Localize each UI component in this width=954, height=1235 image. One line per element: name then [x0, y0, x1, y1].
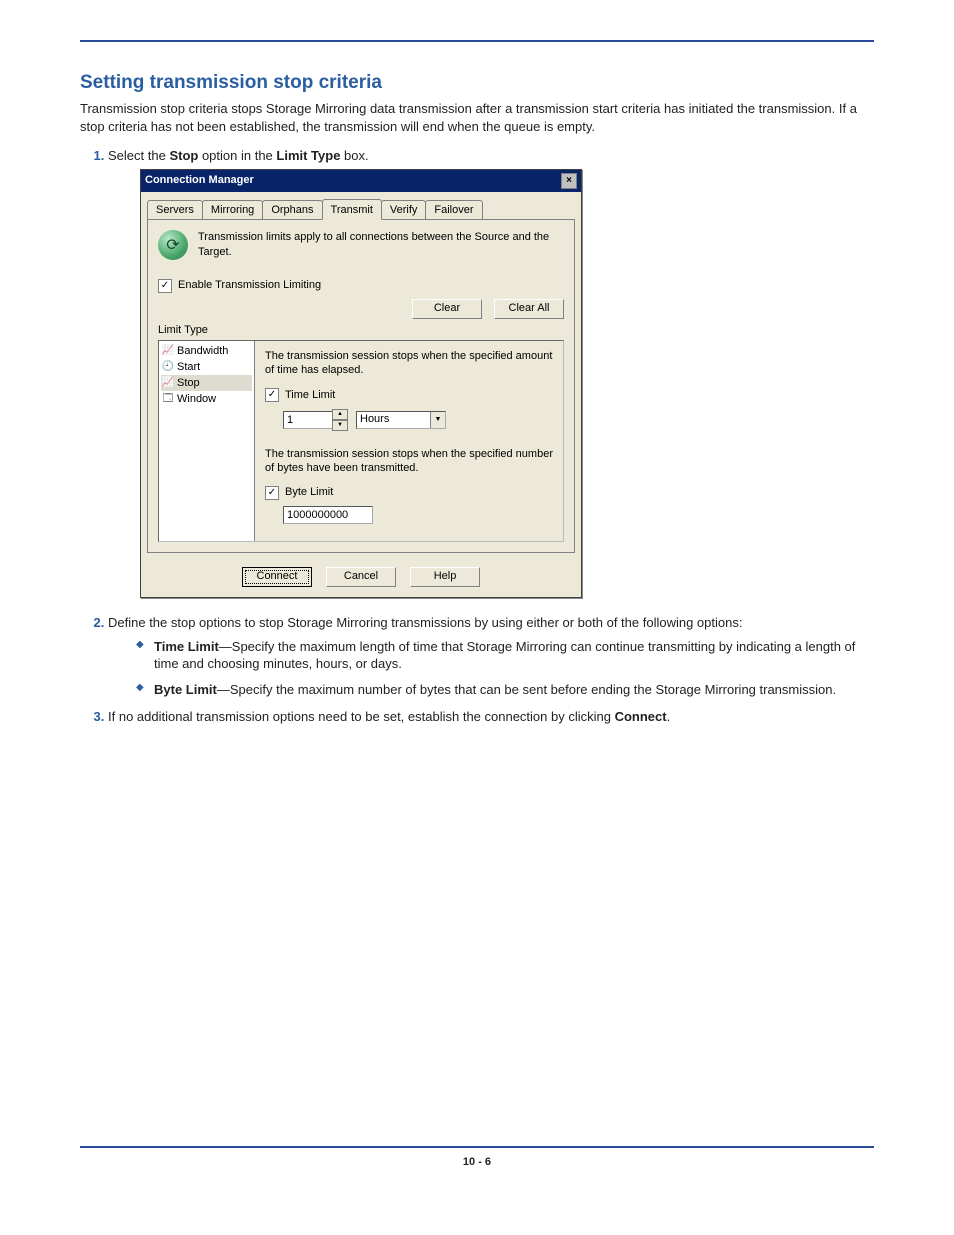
cancel-button[interactable]: Cancel — [326, 567, 396, 587]
connection-manager-dialog: Connection Manager × Servers Mirroring O… — [140, 169, 582, 599]
byte-limit-label: Byte Limit — [285, 485, 333, 500]
byte-limit-checkbox[interactable]: ✓ — [265, 486, 279, 500]
connect-button[interactable]: Connect — [242, 567, 312, 587]
list-item-start[interactable]: 🕘 Start — [161, 359, 252, 375]
limit-type-listbox[interactable]: 📈 Bandwidth 🕘 Start 📈 Stop — [159, 341, 255, 541]
spinner-down-icon[interactable]: ▼ — [332, 420, 348, 431]
step-1: Select the Stop option in the Limit Type… — [108, 147, 874, 598]
dialog-screenshot: Connection Manager × Servers Mirroring O… — [140, 169, 874, 599]
limit-type-label: Limit Type — [158, 323, 564, 338]
clock-icon: 🕘 — [162, 361, 174, 373]
step-3: If no additional transmission options ne… — [108, 708, 874, 726]
tab-panel: ⟳ Transmission limits apply to all conne… — [147, 219, 575, 553]
limit-type-split: 📈 Bandwidth 🕘 Start 📈 Stop — [158, 340, 564, 542]
time-unit-select[interactable]: Hours ▼ — [356, 411, 446, 429]
clear-all-button[interactable]: Clear All — [494, 299, 564, 319]
step-2b: Byte Limit—Specify the maximum number of… — [136, 681, 874, 699]
tab-orphans[interactable]: Orphans — [262, 200, 322, 220]
list-item-bandwidth[interactable]: 📈 Bandwidth — [161, 343, 252, 359]
chart-icon: 📈 — [162, 377, 174, 389]
section-title: Setting transmission stop criteria — [80, 72, 874, 94]
window-icon: 🗔 — [162, 393, 174, 405]
dialog-title: Connection Manager — [145, 173, 561, 188]
enable-limiting-label: Enable Transmission Limiting — [178, 278, 321, 293]
intro-paragraph: Transmission stop criteria stops Storage… — [80, 100, 874, 135]
chart-icon: 📈 — [162, 345, 174, 357]
info-icon: ⟳ — [158, 230, 188, 260]
tab-transmit[interactable]: Transmit — [322, 199, 382, 221]
close-icon[interactable]: × — [561, 173, 577, 189]
page-footer: 10 - 6 — [80, 1146, 874, 1168]
tab-strip: Servers Mirroring Orphans Transmit Verif… — [141, 192, 581, 220]
help-button[interactable]: Help — [410, 567, 480, 587]
byte-desc: The transmission session stops when the … — [265, 447, 553, 476]
spinner-up-icon[interactable]: ▲ — [332, 409, 348, 420]
tab-mirroring[interactable]: Mirroring — [202, 200, 263, 220]
clear-button[interactable]: Clear — [412, 299, 482, 319]
info-text: Transmission limits apply to all connect… — [198, 230, 564, 260]
steps-list: Select the Stop option in the Limit Type… — [80, 147, 874, 726]
titlebar: Connection Manager × — [141, 170, 581, 192]
tab-verify[interactable]: Verify — [381, 200, 427, 220]
list-item-window[interactable]: 🗔 Window — [161, 391, 252, 407]
time-desc: The transmission session stops when the … — [265, 349, 553, 378]
tab-servers[interactable]: Servers — [147, 200, 203, 220]
time-limit-label: Time Limit — [285, 388, 335, 403]
chevron-down-icon: ▼ — [430, 412, 445, 428]
top-rule — [80, 40, 874, 42]
list-item-stop[interactable]: 📈 Stop — [161, 375, 252, 391]
time-limit-input[interactable] — [283, 411, 333, 429]
enable-limiting-checkbox[interactable]: ✓ — [158, 279, 172, 293]
step-2: Define the stop options to stop Storage … — [108, 614, 874, 698]
time-limit-checkbox[interactable]: ✓ — [265, 388, 279, 402]
dialog-footer: Connect Cancel Help — [141, 559, 581, 597]
byte-limit-input[interactable] — [283, 506, 373, 524]
step-2a: Time Limit—Specify the maximum length of… — [136, 638, 874, 673]
detail-pane: The transmission session stops when the … — [255, 341, 563, 541]
tab-failover[interactable]: Failover — [425, 200, 482, 220]
